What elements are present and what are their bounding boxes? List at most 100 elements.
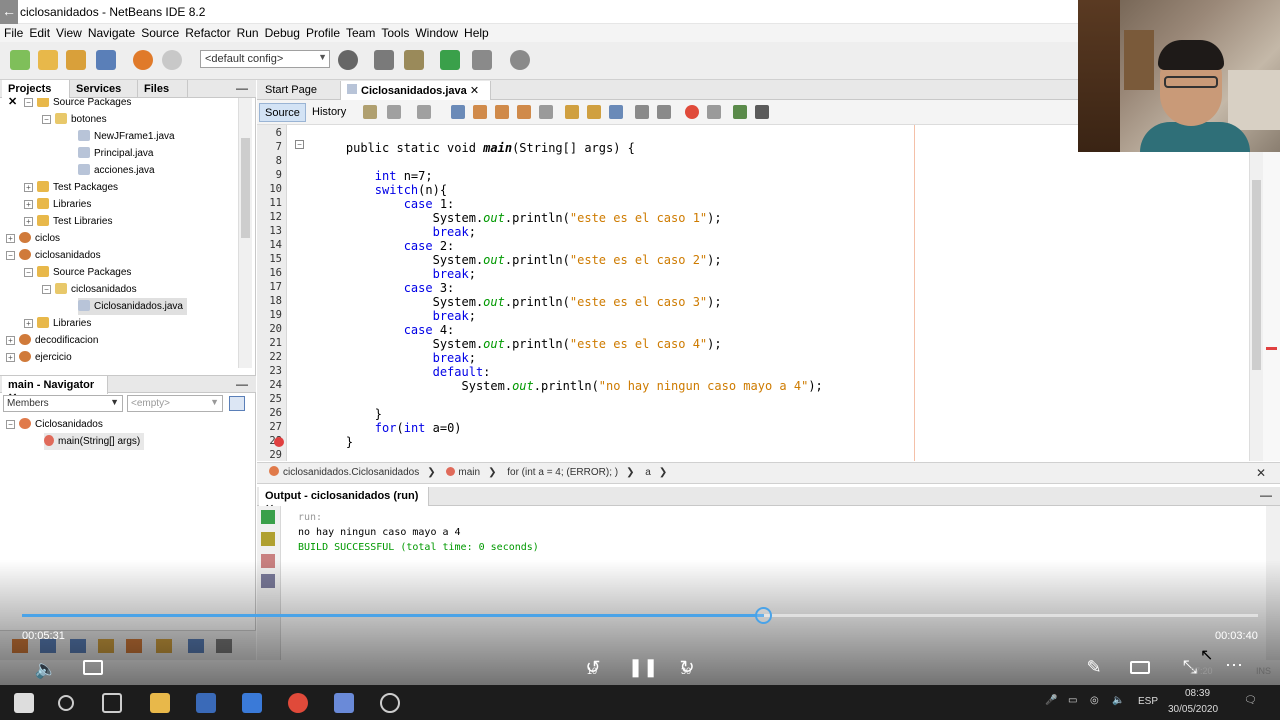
redo-icon[interactable] (162, 50, 182, 70)
menu-refactor[interactable]: Refactor (185, 26, 230, 40)
prev-bookmark-icon[interactable] (565, 105, 579, 119)
close-icon[interactable]: ✕ (470, 85, 479, 97)
navigator-options-icon[interactable] (229, 396, 245, 411)
error-mark[interactable] (1266, 347, 1277, 350)
windows-start-icon[interactable] (14, 693, 34, 713)
menu-navigate[interactable]: Navigate (88, 26, 135, 40)
find-next-icon[interactable] (495, 105, 509, 119)
breadcrumb-var[interactable]: a (645, 467, 651, 478)
breadcrumb-method[interactable]: main (458, 467, 480, 478)
source-button[interactable]: Source (259, 103, 306, 122)
menu-source[interactable]: Source (141, 26, 179, 40)
scroll-thumb[interactable] (1252, 180, 1261, 370)
rerun-options-icon[interactable] (261, 532, 275, 546)
file-explorer-icon[interactable] (150, 693, 170, 713)
network-icon[interactable]: ◎ (1090, 695, 1099, 706)
clock-time[interactable]: 08:39 (1185, 688, 1210, 699)
battery-icon[interactable]: ▭ (1068, 695, 1077, 706)
stop-macro-icon[interactable] (707, 105, 721, 119)
shift-right-icon[interactable] (657, 105, 671, 119)
projects-scrollbar[interactable] (238, 98, 252, 368)
store-icon[interactable] (196, 693, 216, 713)
tree-item[interactable]: + Test Packages (24, 179, 118, 196)
rect-selection-icon[interactable] (539, 105, 553, 119)
tree-item[interactable]: + ciclos (6, 230, 60, 247)
clean-build-icon[interactable] (404, 50, 424, 70)
menu-team[interactable]: Team (346, 26, 375, 40)
more-options-icon[interactable]: ⋯ (1222, 655, 1246, 676)
chrome-icon[interactable] (288, 693, 308, 713)
tree-item-selected[interactable]: Ciclosanidados.java (78, 298, 187, 315)
build-hammer-icon[interactable] (374, 50, 394, 70)
pause-icon[interactable]: ❚❚ (628, 657, 658, 678)
pen-icon[interactable]: ✎ (1082, 657, 1106, 678)
tree-item[interactable]: + decodificacion (6, 332, 98, 349)
volume-tray-icon[interactable]: 🔈 (1112, 695, 1124, 706)
new-project-icon[interactable] (38, 50, 58, 70)
editor-scrollbar[interactable] (1249, 125, 1263, 461)
profile-icon[interactable] (510, 50, 530, 70)
tab-ciclosanidados-java[interactable]: Ciclosanidados.java ✕ (341, 81, 491, 100)
menu-help[interactable]: Help (464, 26, 489, 40)
menu-view[interactable]: View (56, 26, 82, 40)
open-project-icon[interactable] (66, 50, 86, 70)
scroll-thumb[interactable] (241, 138, 250, 238)
debug-icon[interactable] (472, 50, 492, 70)
tree-item[interactable]: − botones (42, 111, 107, 128)
menu-debug[interactable]: Debug (265, 26, 300, 40)
tree-item[interactable]: acciones.java (78, 162, 155, 179)
start-macro-icon[interactable] (685, 105, 699, 119)
navigator-method[interactable]: main(String[] args) (44, 433, 145, 450)
tab-navigator[interactable]: main - Navigator ✕ (2, 376, 108, 404)
tab-files[interactable]: Files (138, 80, 188, 98)
last-edit-icon[interactable] (363, 105, 377, 119)
error-badge-icon[interactable] (274, 437, 284, 447)
menu-profile[interactable]: Profile (306, 26, 340, 40)
tab-output[interactable]: Output - ciclosanidados (run) ✕ (259, 487, 429, 515)
mic-icon[interactable]: 🎤 (1045, 695, 1057, 706)
search-icon[interactable] (58, 695, 74, 711)
close-icon[interactable]: ✕ (1256, 463, 1266, 483)
undo-icon[interactable] (133, 50, 153, 70)
fold-collapse-icon[interactable]: − (295, 140, 304, 149)
tab-services[interactable]: Services (70, 80, 138, 98)
rerun-icon[interactable] (261, 510, 275, 524)
obs-icon[interactable] (380, 693, 400, 713)
back-arrow-icon[interactable]: ← (0, 0, 18, 24)
minimize-icon[interactable]: — (236, 81, 248, 95)
tab-start-page[interactable]: Start Page (259, 81, 341, 100)
tree-item[interactable]: − ciclosanidados (6, 247, 101, 264)
miniplayer-icon[interactable] (1130, 661, 1150, 674)
comment-icon[interactable] (733, 105, 747, 119)
tree-item[interactable]: NewJFrame1.java (78, 128, 175, 145)
menu-file[interactable]: File (4, 26, 23, 40)
uncomment-icon[interactable] (755, 105, 769, 119)
volume-icon[interactable]: 🔈 (34, 659, 58, 680)
tree-item[interactable]: + ejercicio (6, 349, 72, 366)
tree-item[interactable]: Principal.java (78, 145, 153, 162)
menu-edit[interactable]: Edit (29, 26, 50, 40)
breadcrumb-for[interactable]: for (int a = 4; (ERROR); ) (507, 467, 618, 478)
config-select[interactable]: <default config> ▼ (200, 50, 330, 68)
tree-item[interactable]: − Source Packages (24, 98, 131, 111)
new-file-icon[interactable] (10, 50, 30, 70)
shift-left-icon[interactable] (635, 105, 649, 119)
task-view-icon[interactable] (102, 693, 122, 713)
empty-select[interactable]: <empty> ▼ (127, 395, 223, 412)
tree-item[interactable]: − Source Packages (24, 264, 131, 281)
find-icon[interactable] (451, 105, 465, 119)
seek-handle[interactable] (754, 607, 772, 624)
forward-icon[interactable] (417, 105, 431, 119)
toggle-highlight-icon[interactable] (517, 105, 531, 119)
menu-run[interactable]: Run (237, 26, 259, 40)
back-icon[interactable] (387, 105, 401, 119)
tree-item[interactable]: − ciclosanidados (42, 281, 137, 298)
notifications-icon[interactable]: 🗨 (1244, 695, 1257, 706)
mail-icon[interactable] (242, 693, 262, 713)
minimize-icon[interactable]: — (1260, 488, 1272, 502)
globe-icon[interactable] (338, 50, 358, 70)
navigator-class[interactable]: − Ciclosanidados (6, 416, 103, 433)
tree-item[interactable]: + Libraries (24, 315, 91, 332)
tree-item[interactable]: + Libraries (24, 196, 91, 213)
toggle-bookmark-icon[interactable] (609, 105, 623, 119)
